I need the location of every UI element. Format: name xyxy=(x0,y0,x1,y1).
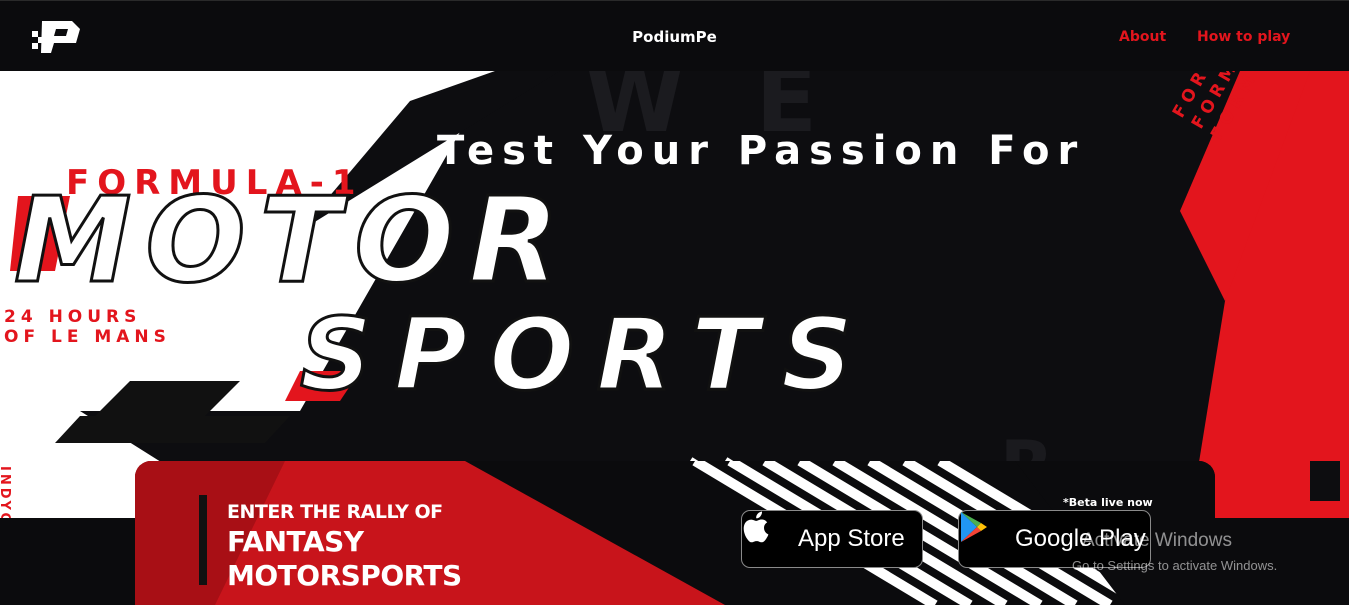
card-subtitle: ENTER THE RALLY OF xyxy=(227,501,443,523)
apple-icon xyxy=(743,511,788,555)
card-accent-bar xyxy=(199,495,207,585)
hero-headline: Test Your Passion For xyxy=(437,128,1086,174)
le-mans-label: 24 HOURS OF LE MANS xyxy=(4,307,171,347)
app-store-label: App Store xyxy=(798,525,905,552)
card-title: FANTASY MOTORSPORTS xyxy=(227,525,462,593)
le-mans-line-2: OF LE MANS xyxy=(4,327,171,347)
beta-live-note: *Beta live now xyxy=(1063,496,1153,509)
indycar-label: INDYC xyxy=(0,466,12,518)
hero-title-motor: MOTOR xyxy=(12,170,574,311)
nav-link-how-to-play[interactable]: How to play xyxy=(1197,29,1290,45)
app-store-button[interactable]: App Store xyxy=(741,510,923,568)
top-navbar: PodiumPe About How to play xyxy=(0,0,1349,71)
le-mans-line-1: 24 HOURS xyxy=(4,307,142,327)
hero-title-sports: SPORTS xyxy=(298,295,876,415)
watermark-subtitle: Go to Settings to activate Windows. xyxy=(1072,558,1278,573)
hero-banner: W E R FORMULA-1 24 HOURS OF LE MANS INDY… xyxy=(0,71,1349,518)
download-card: ENTER THE RALLY OF FANTASY MOTORSPORTS *… xyxy=(135,461,1215,605)
google-play-icon xyxy=(961,512,1005,555)
activate-windows-watermark: Activate Windows Go to Settings to activ… xyxy=(1072,530,1277,573)
nav-link-about[interactable]: About xyxy=(1119,29,1166,45)
watermark-title: Activate Windows xyxy=(1082,530,1232,551)
card-title-line-1: FANTASY xyxy=(227,525,364,558)
card-title-line-2: MOTORSPORTS xyxy=(227,559,462,592)
